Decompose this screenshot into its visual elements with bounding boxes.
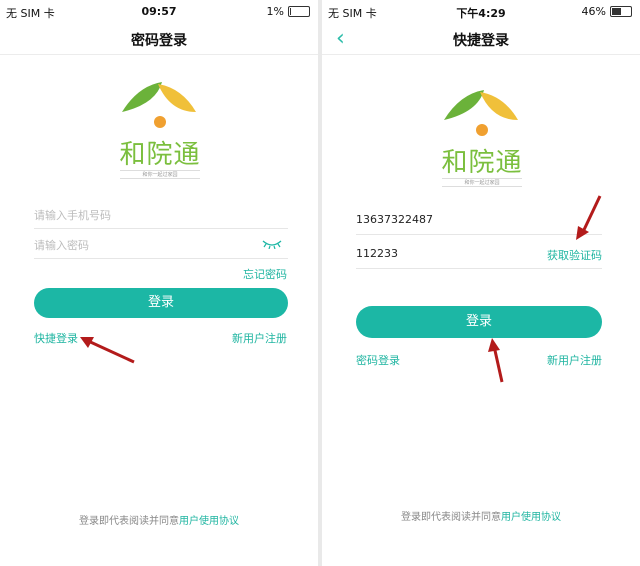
status-bar: 无 SIM 卡 下午4:29 46% — [322, 0, 640, 22]
status-right: 46% — [582, 5, 632, 18]
get-code-button[interactable]: 获取验证码 — [547, 247, 602, 263]
battery-percent: 1% — [266, 5, 284, 18]
app-logo: 和院通 和你一起过家园 — [432, 86, 532, 187]
battery-percent: 46% — [581, 5, 606, 18]
page-title: 快捷登录 — [453, 33, 509, 49]
forgot-password-link[interactable]: 忘记密码 — [243, 266, 287, 282]
red-arrow-icon — [80, 337, 135, 364]
logo-slogan: 和你一起过家园 — [442, 178, 522, 187]
password-input[interactable]: 请输入密码 — [34, 230, 288, 259]
logo-roof-icon — [122, 82, 196, 128]
battery-icon — [288, 6, 310, 17]
phone-input[interactable]: 请输入手机号码 — [34, 200, 288, 229]
agreement-link[interactable]: 用户使用协议 — [179, 516, 239, 527]
register-link[interactable]: 新用户注册 — [547, 352, 602, 368]
agreement-prefix: 登录即代表阅读并同意 — [79, 516, 179, 527]
app-logo: 和院通 和你一起过家园 — [110, 78, 210, 179]
logo-brand-text: 和院通 — [441, 148, 523, 178]
code-input[interactable]: 112233 获取验证码 — [356, 240, 602, 269]
nav-bar: 密码登录 — [0, 24, 318, 55]
quick-login-screen: 无 SIM 卡 下午4:29 46% ‹ 快捷登录 和院通 和你一起过家园 13… — [322, 0, 640, 566]
agreement-link[interactable]: 用户使用协议 — [501, 512, 561, 523]
quick-login-link[interactable]: 快捷登录 — [34, 330, 78, 346]
phone-input[interactable]: 13637322487 — [356, 206, 602, 235]
password-login-link[interactable]: 密码登录 — [356, 352, 400, 368]
password-placeholder: 请输入密码 — [34, 239, 89, 252]
login-button[interactable]: 登录 — [34, 288, 288, 318]
battery-icon — [610, 6, 632, 17]
login-button[interactable]: 登录 — [356, 306, 602, 338]
page-title: 密码登录 — [131, 33, 187, 49]
nav-bar: ‹ 快捷登录 — [322, 24, 640, 55]
status-bar: 无 SIM 卡 09:57 1% — [0, 0, 318, 22]
agreement-prefix: 登录即代表阅读并同意 — [401, 512, 501, 523]
agreement-text: 登录即代表阅读并同意用户使用协议 — [322, 508, 640, 523]
phone-placeholder: 请输入手机号码 — [34, 209, 111, 222]
password-login-screen: 无 SIM 卡 09:57 1% 密码登录 和院通 和你一起过家园 请输入手机号… — [0, 0, 318, 566]
agreement-text: 登录即代表阅读并同意用户使用协议 — [0, 512, 318, 527]
register-link[interactable]: 新用户注册 — [232, 330, 287, 346]
logo-slogan: 和你一起过家园 — [120, 170, 200, 179]
logo-brand-text: 和院通 — [119, 140, 201, 170]
phone-value: 13637322487 — [356, 213, 433, 226]
eye-closed-icon[interactable] — [262, 239, 282, 249]
logo-roof-icon — [444, 90, 518, 136]
status-right: 1% — [267, 5, 310, 18]
red-arrow-icon — [488, 338, 504, 383]
code-value: 112233 — [356, 247, 398, 260]
red-arrow-icon — [576, 195, 602, 240]
